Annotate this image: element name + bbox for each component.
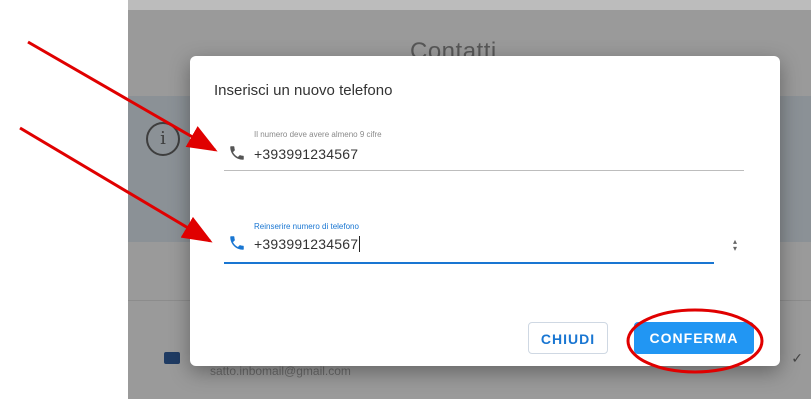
- phone-field-underline: [224, 170, 744, 171]
- mail-icon: [164, 352, 180, 364]
- background-email: satto.inbomail@gmail.com: [210, 364, 351, 378]
- info-icon: i: [146, 122, 180, 156]
- screenshot-stage: Contatti i satto.inbomail@gmail.com ✓ In…: [0, 0, 811, 399]
- close-button[interactable]: CHIUDI: [528, 322, 608, 354]
- confirm-phone-field-label: Reinserire numero di telefono: [254, 222, 359, 231]
- confirm-phone-field-underline: [224, 262, 714, 264]
- dialog-title: Inserisci un nuovo telefono: [214, 82, 393, 99]
- confirm-phone-value: +393991234567: [254, 236, 359, 252]
- phone-icon: [230, 236, 244, 250]
- spinner-down-icon[interactable]: ▾: [729, 245, 741, 253]
- edit-check-icon: ✓: [791, 350, 803, 366]
- phone-field-label: Il numero deve avere almeno 9 cifre: [254, 130, 382, 139]
- confirm-phone-input[interactable]: +393991234567: [254, 236, 694, 252]
- number-spinner[interactable]: ▴ ▾: [729, 238, 741, 253]
- new-phone-dialog: Inserisci un nuovo telefono Il numero de…: [190, 56, 780, 366]
- phone-icon: [230, 146, 244, 160]
- confirm-button[interactable]: CONFERMA: [634, 322, 754, 354]
- phone-input[interactable]: [254, 146, 694, 162]
- text-caret: [359, 236, 361, 252]
- background-top-bar: [128, 0, 811, 10]
